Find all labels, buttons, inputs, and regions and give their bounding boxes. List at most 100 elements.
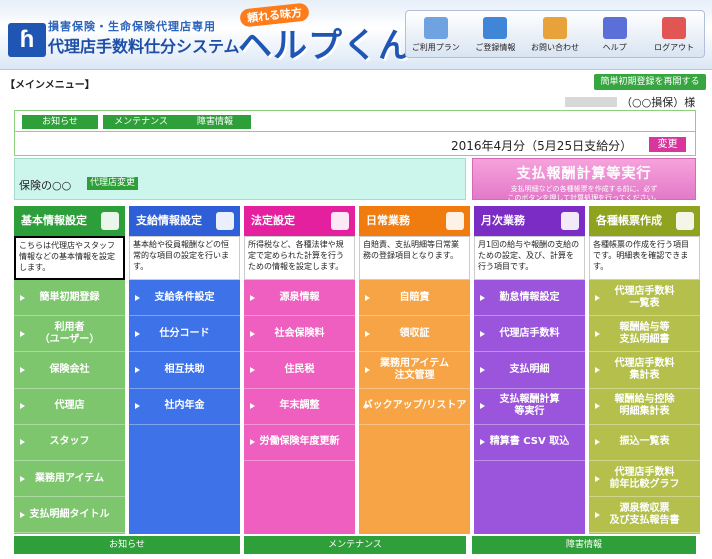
menu-item[interactable]: 振込一覧表 bbox=[589, 424, 700, 461]
column-header: 各種帳票作成 bbox=[589, 206, 700, 236]
menu-item[interactable]: 業務用アイテム 注文管理 bbox=[359, 352, 470, 389]
gear-icon bbox=[101, 212, 119, 230]
cards-icon bbox=[216, 212, 234, 230]
menu-item[interactable]: 代理店手数料 bbox=[474, 316, 585, 353]
tab-maintenance[interactable]: メンテナンス bbox=[103, 115, 179, 129]
menu-item[interactable]: 住民税 bbox=[244, 352, 355, 389]
day-calendar-icon bbox=[446, 212, 464, 230]
menu-item-label: スタッフ bbox=[49, 436, 90, 448]
arrow-right-icon bbox=[595, 366, 600, 373]
menu-item-label: 住民税 bbox=[284, 363, 315, 375]
top-nav: ご利用プラン ご登録情報 お問い合わせ ヘルプ ログアウト bbox=[405, 10, 705, 58]
menu-item-label: 報酬給与等 支払明細書 bbox=[619, 321, 670, 345]
arrow-right-icon bbox=[365, 366, 370, 373]
info-tabs: お知らせ メンテナンス 障害情報 bbox=[14, 110, 696, 132]
nav-button-0[interactable]: ご利用プラン bbox=[406, 11, 466, 57]
arrow-right-icon bbox=[595, 511, 600, 518]
arrow-right-icon bbox=[595, 439, 600, 446]
arrow-right-icon bbox=[365, 403, 370, 410]
menu-item[interactable]: 代理店手数料 集計表 bbox=[589, 352, 700, 389]
arrow-right-icon bbox=[365, 330, 370, 337]
column-title: 各種帳票作成 bbox=[596, 214, 662, 227]
arrow-right-icon bbox=[480, 403, 485, 410]
menu-item[interactable]: 支払明細 bbox=[474, 352, 585, 389]
menu-item-label: 領収証 bbox=[399, 327, 430, 339]
menu-item[interactable]: 自賠責 bbox=[359, 280, 470, 317]
menu-item-label: 社会保険料 bbox=[274, 327, 325, 339]
menu-item[interactable]: 領収証 bbox=[359, 316, 470, 353]
nav-button-1[interactable]: ご登録情報 bbox=[466, 11, 526, 57]
menu-item[interactable]: 社会保険料 bbox=[244, 316, 355, 353]
main-menu-label: 【メインメニュー】 bbox=[5, 80, 95, 91]
menu-item[interactable]: 代理店手数料 前年比較グラフ bbox=[589, 460, 700, 498]
menu-item-label: 支給条件設定 bbox=[154, 291, 215, 303]
menu-item-label: 源泉徴収票 及び支払報告書 bbox=[609, 502, 680, 526]
arrow-right-icon bbox=[595, 403, 600, 410]
menu-item-label: 仕分コード bbox=[159, 327, 210, 339]
column-title: 月次業務 bbox=[481, 214, 525, 227]
calc-payment-button[interactable]: 支払報酬計算等実行 支払明細などの各種帳票を作成する前に、必ず このボタンを押し… bbox=[472, 158, 696, 202]
arrow-right-icon bbox=[250, 439, 255, 446]
menu-item-label: 源泉情報 bbox=[279, 291, 320, 303]
menu-item-label: 業務用アイテム 注文管理 bbox=[380, 357, 449, 381]
column-items: 勤怠情報設定 代理店手数料 支払明細 支払報酬計算 等実行 精算書 CSV 取込 bbox=[474, 280, 585, 534]
column-header: 月次業務 bbox=[474, 206, 585, 236]
menu-item[interactable]: 利用者 （ユーザー） bbox=[14, 316, 125, 353]
menu-item[interactable]: 相互扶助 bbox=[129, 352, 240, 389]
menu-item-label: 代理店手数料 前年比較グラフ bbox=[609, 466, 680, 490]
menu-item[interactable]: 仕分コード bbox=[129, 316, 240, 353]
change-period-button[interactable]: 変更 bbox=[649, 137, 686, 152]
arrow-right-icon bbox=[20, 511, 25, 518]
menu-item-label: 支払明細タイトル bbox=[29, 508, 110, 520]
menu-item[interactable]: 労働保険年度更新 bbox=[244, 424, 355, 461]
column-items: 簡単初期登録利用者 （ユーザー） 保険会社代理店スタッフ業務用アイテム 支払明細タイ… bbox=[14, 280, 125, 534]
nav-label: ご登録情報 bbox=[475, 43, 516, 52]
menu-item[interactable]: 保険会社 bbox=[14, 352, 125, 389]
column-items: 支給条件設定 仕分コード相互扶助社内年金 bbox=[129, 280, 240, 534]
menu-item[interactable]: 代理店手数料 一覧表 bbox=[589, 280, 700, 317]
menu-item[interactable]: バックアップ/リストア bbox=[359, 388, 470, 425]
menu-item[interactable]: 年末調整 bbox=[244, 388, 355, 425]
menu-item[interactable]: 報酬給与等 支払明細書 bbox=[589, 316, 700, 353]
menu-item[interactable]: 源泉情報 bbox=[244, 280, 355, 317]
logout-close-icon bbox=[662, 17, 687, 39]
menu-item[interactable]: 業務用アイテム bbox=[14, 460, 125, 498]
arrow-right-icon bbox=[135, 403, 140, 410]
menu-item[interactable]: 精算書 CSV 取込 bbox=[474, 424, 585, 461]
menu-item-label: 業務用アイテム bbox=[35, 472, 104, 484]
menu-item[interactable]: 勤怠情報設定 bbox=[474, 280, 585, 317]
arrow-right-icon bbox=[135, 330, 140, 337]
column-title: 基本情報設定 bbox=[21, 214, 87, 227]
column-description: 各種帳票の作成を行う項目です。明細表を確認できます。 bbox=[589, 236, 700, 280]
bottom-notice-header: お知らせ bbox=[14, 536, 240, 554]
menu-item-label: 労働保険年度更新 bbox=[259, 436, 340, 448]
menu-item-label: 社内年金 bbox=[164, 400, 205, 412]
menu-item[interactable]: 社内年金 bbox=[129, 388, 240, 425]
menu-item-label: 利用者 （ユーザー） bbox=[39, 321, 100, 345]
menu-item[interactable]: 報酬給与控除 明細集計表 bbox=[589, 388, 700, 425]
arrow-right-icon bbox=[250, 294, 255, 301]
change-agency-button[interactable]: 代理店変更 bbox=[87, 177, 139, 190]
column-description: こちらは代理店やスタッフ情報などの基本情報を設定します。 bbox=[14, 236, 125, 280]
menu-item[interactable]: 源泉徴収票 及び支払報告書 bbox=[589, 497, 700, 534]
simple-setup-resume-button[interactable]: 簡単初期登録を再開する bbox=[594, 74, 706, 90]
menu-item[interactable]: 簡単初期登録 bbox=[14, 280, 125, 317]
company-box: 保険の○○ 代理店変更 bbox=[14, 158, 466, 200]
nav-label: お問い合わせ bbox=[530, 43, 579, 52]
arrow-right-icon bbox=[480, 294, 485, 301]
menu-item[interactable]: 支払報酬計算 等実行 bbox=[474, 388, 585, 425]
tab-notice[interactable]: お知らせ bbox=[22, 115, 98, 129]
menu-item[interactable]: スタッフ bbox=[14, 424, 125, 461]
nav-button-4[interactable]: ログアウト bbox=[644, 11, 704, 57]
nav-button-3[interactable]: ヘルプ bbox=[585, 11, 645, 57]
menu-item[interactable]: 代理店 bbox=[14, 388, 125, 425]
column-description: 基本給や役員報酬などの恒常的な項目の設定を行います。 bbox=[129, 236, 240, 280]
nav-button-2[interactable]: お問い合わせ bbox=[525, 11, 585, 57]
menu-item-label: 代理店 bbox=[54, 400, 85, 412]
menu-item[interactable]: 支払明細タイトル bbox=[14, 497, 125, 534]
column-description: 月1回の給与や報酬の支給のための設定、及び、計算を行う項目です。 bbox=[474, 236, 585, 280]
tab-failure[interactable]: 障害情報 bbox=[179, 115, 251, 129]
menu-item-label: 自賠責 bbox=[399, 291, 430, 303]
menu-item[interactable]: 支給条件設定 bbox=[129, 280, 240, 317]
nav-label: ヘルプ bbox=[602, 43, 627, 52]
